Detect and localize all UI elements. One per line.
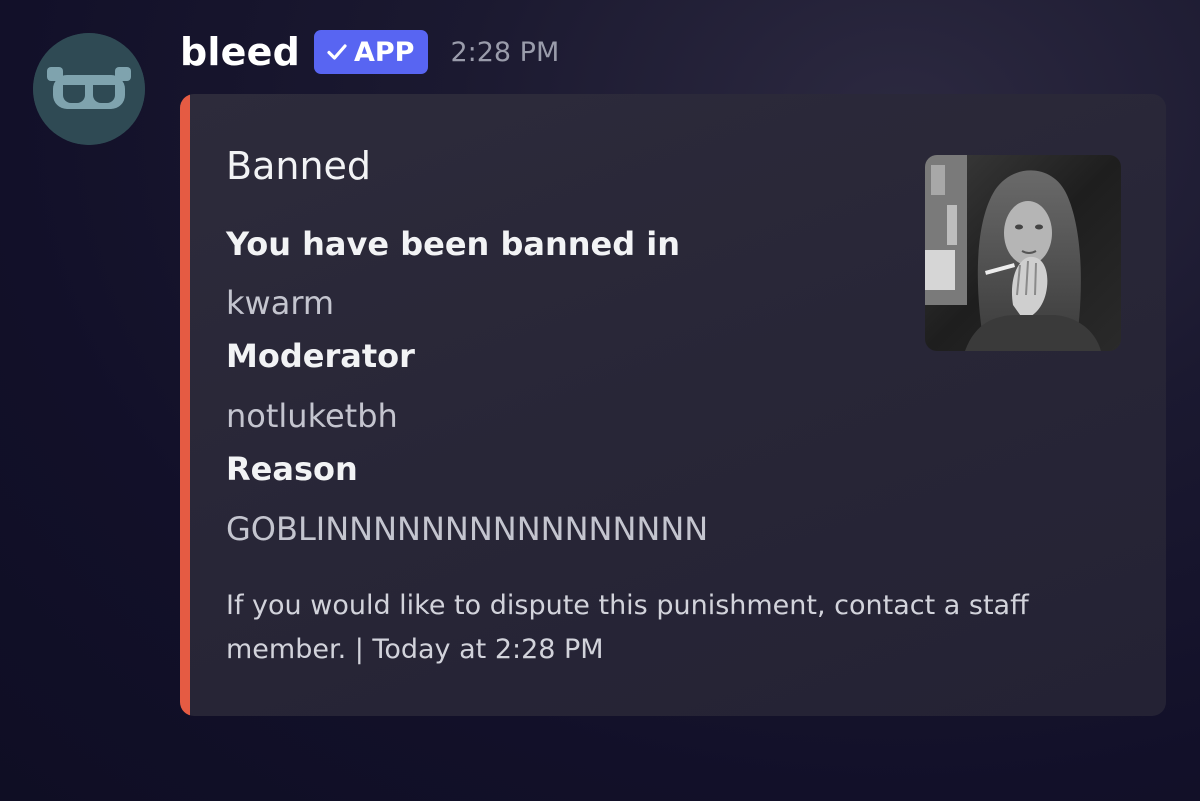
field-value-reason: GOBLINNNNNNNNNNNNNNNN [226, 510, 709, 548]
message-header: bleed APP 2:28 PM [180, 28, 559, 76]
field-name-moderator: Moderator [226, 337, 415, 375]
username[interactable]: bleed [180, 30, 300, 74]
embed-footer: If you would like to dispute this punish… [226, 590, 1029, 665]
embed-title: Banned [226, 144, 372, 188]
user-photo-thumbnail [925, 155, 1121, 351]
embed-thumbnail[interactable] [925, 155, 1121, 351]
embed-accent-bar [180, 94, 190, 716]
app-badge-label: APP [353, 36, 415, 68]
field-name-reason: Reason [226, 450, 358, 488]
checkmark-icon [326, 41, 348, 63]
field-value-server: kwarm [226, 284, 335, 322]
message-timestamp[interactable]: 2:28 PM [450, 37, 559, 68]
ban-embed: Banned You have been banned in kwarm Mod… [180, 94, 1166, 716]
app-badge: APP [313, 30, 429, 74]
field-name-server: You have been banned in [226, 225, 681, 263]
bot-avatar[interactable] [33, 33, 145, 145]
field-value-moderator: notluketbh [226, 397, 398, 435]
goggles-bot-icon [33, 33, 145, 145]
